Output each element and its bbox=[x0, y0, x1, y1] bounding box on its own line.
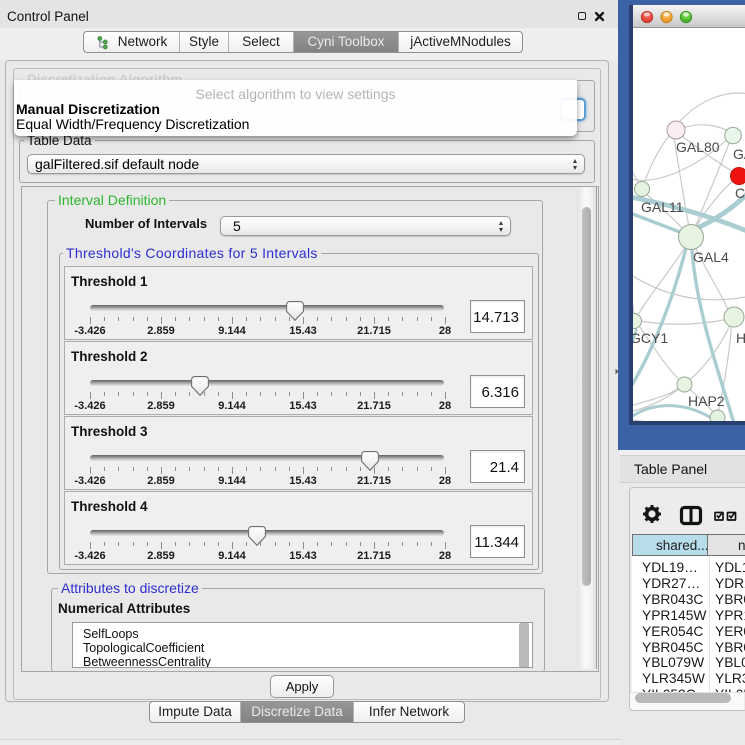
svg-text:GCY1: GCY1 bbox=[633, 330, 668, 346]
svg-text:GAL11: GAL11 bbox=[641, 199, 684, 215]
svg-text:GAL80: GAL80 bbox=[676, 139, 720, 155]
svg-text:HAP2: HAP2 bbox=[688, 393, 725, 409]
svg-text:CY: CY bbox=[735, 185, 745, 201]
svg-text:HI: HI bbox=[736, 330, 745, 346]
svg-text:GA: GA bbox=[733, 146, 745, 162]
svg-text:GAL4: GAL4 bbox=[693, 249, 729, 265]
